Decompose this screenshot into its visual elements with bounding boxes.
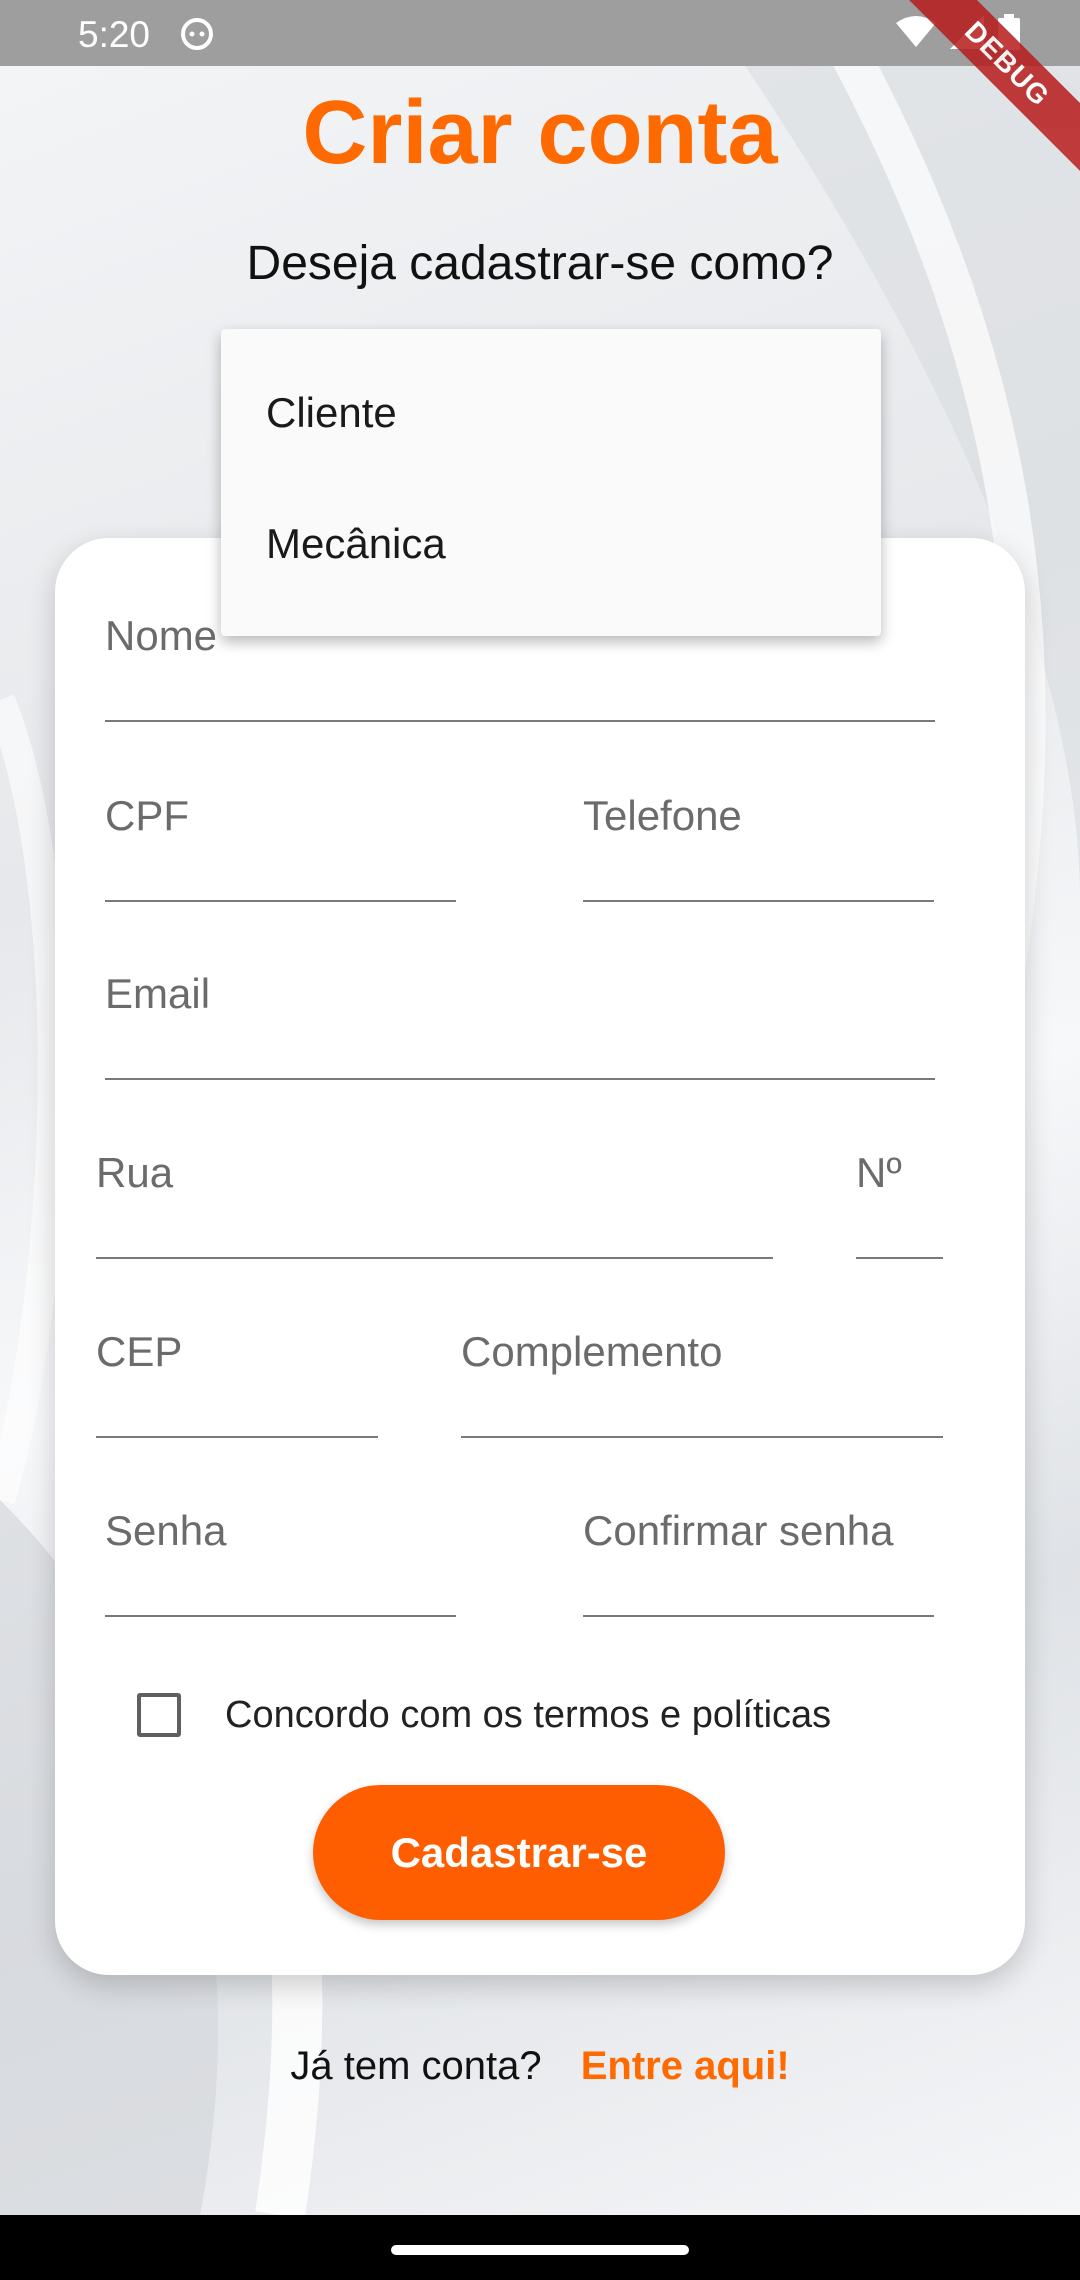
confirm-password-field-underline [583,1615,934,1617]
email-field-label: Email [105,970,211,1017]
account-type-dropdown-menu: Cliente Mecânica [221,329,881,636]
dropdown-option-mecanica[interactable]: Mecânica [266,520,446,568]
number-field-label: Nº [856,1149,902,1196]
cep-field-underline [96,1436,378,1438]
cpf-field-label: CPF [105,792,189,839]
email-field-underline [105,1078,935,1080]
complement-field[interactable]: Complemento [461,1328,943,1438]
password-field[interactable]: Senha [105,1507,456,1617]
confirm-password-field[interactable]: Confirmar senha [583,1507,934,1617]
street-field-label: Rua [96,1149,174,1196]
login-question: Já tem conta? [290,2044,542,2088]
login-link[interactable]: Entre aqui! [581,2044,790,2088]
terms-row: Concordo com os termos e políticas [137,1693,831,1737]
phone-field-underline [583,900,934,902]
phone-field-label: Telefone [583,792,742,839]
cpf-field[interactable]: CPF [105,792,456,902]
complement-field-label: Complemento [461,1328,723,1375]
password-field-underline [105,1615,456,1617]
cep-field[interactable]: CEP [96,1328,378,1438]
name-field-label: Nome [105,612,218,659]
street-field[interactable]: Rua [96,1149,773,1259]
email-field[interactable]: Email [105,970,935,1080]
terms-label: Concordo com os termos e políticas [225,1693,832,1736]
phone-field[interactable]: Telefone [583,792,934,902]
name-field-underline [105,720,935,722]
status-time: 5:20 [78,14,151,55]
dropdown-option-cliente[interactable]: Cliente [266,389,397,437]
password-field-label: Senha [105,1507,227,1554]
page-title: Criar conta [302,83,778,183]
terms-checkbox[interactable] [137,1693,181,1737]
home-gesture-handle[interactable] [391,2245,689,2255]
signup-button-label: Cadastrar-se [390,1828,648,1876]
street-field-underline [96,1257,773,1259]
account-type-prompt: Deseja cadastrar-se como? [246,237,834,290]
confirm-password-field-label: Confirmar senha [583,1507,894,1554]
complement-field-underline [461,1436,943,1438]
number-field[interactable]: Nº [856,1149,943,1259]
cpf-field-underline [105,900,456,902]
signup-button[interactable]: Cadastrar-se [313,1785,725,1920]
number-field-underline [856,1257,943,1259]
android-robot-icon [181,18,213,50]
cep-field-label: CEP [96,1328,183,1375]
login-prompt: Já tem conta? Entre aqui! [0,2044,1080,2089]
